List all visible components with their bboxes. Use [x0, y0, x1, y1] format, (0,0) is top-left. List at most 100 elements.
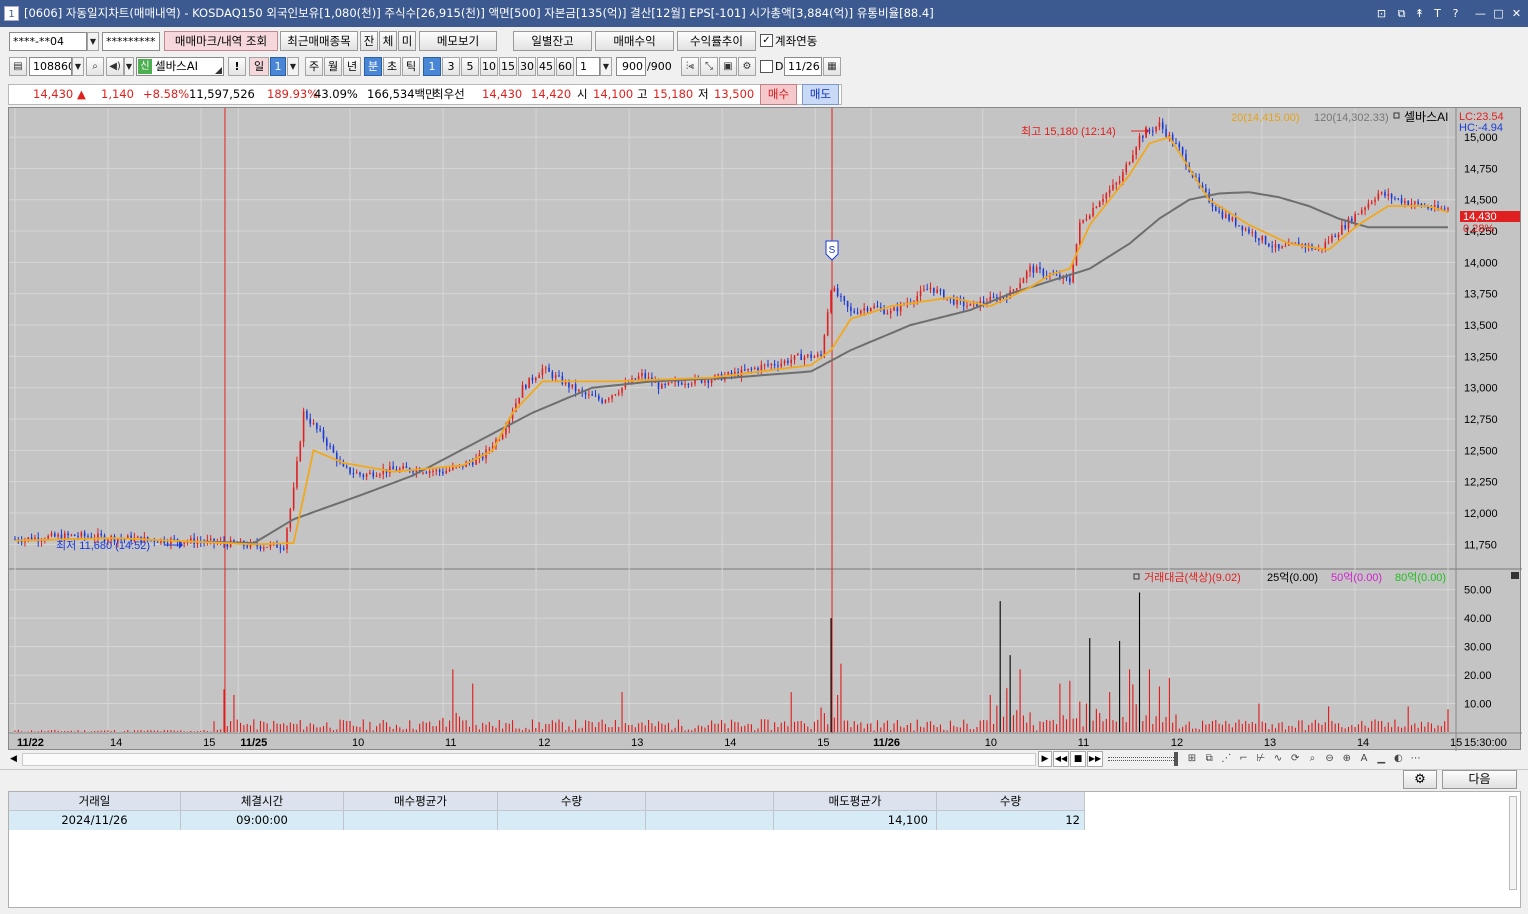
chart-tool-4-icon[interactable]: ⊬	[1253, 751, 1269, 767]
chart-tool-10-icon[interactable]: A	[1356, 751, 1372, 767]
col-header-sell-avg[interactable]: 매도평균가	[774, 792, 937, 811]
sell-button[interactable]: 매도	[802, 84, 839, 105]
unfilled-tab[interactable]: 미	[398, 31, 416, 51]
chart-tool-0-icon[interactable]: ⊞	[1184, 751, 1200, 767]
alert-button[interactable]: !	[228, 57, 246, 76]
zoom-slider-handle[interactable]	[1174, 752, 1178, 766]
chart-tool-3-icon[interactable]: ⌐	[1236, 751, 1252, 767]
account-dropdown-icon[interactable]: ▼	[87, 32, 99, 51]
daily-balance-button[interactable]: 일별잔고	[513, 31, 592, 51]
chart-tool-5-icon[interactable]: ∿	[1270, 751, 1286, 767]
window-number-badge[interactable]: 1	[4, 6, 19, 21]
col-header-trade-date[interactable]: 거래일	[9, 792, 181, 811]
period-num-select[interactable]: 1	[270, 57, 286, 76]
interval-30-button[interactable]: 30	[518, 57, 536, 76]
col-header-buy-qty[interactable]: 수량	[498, 792, 646, 811]
draw-tool-icon[interactable]: ⤡	[700, 57, 718, 76]
period-day-button[interactable]: 일	[249, 57, 269, 76]
next-button[interactable]: 다음	[1442, 770, 1517, 789]
profit-trend-button[interactable]: 수익률추이	[677, 31, 756, 51]
chart-tool-7-icon[interactable]: ⌕	[1304, 751, 1320, 767]
speaker-dropdown-icon[interactable]: ▼	[124, 57, 134, 76]
col-header-exec-time[interactable]: 체결시간	[181, 792, 344, 811]
stop-button[interactable]: ■	[1070, 751, 1086, 767]
pin-icon[interactable]: ↟	[1413, 7, 1426, 20]
minimize-button[interactable]: —	[1474, 7, 1487, 20]
account-link-checkbox[interactable]: ✓	[760, 34, 773, 47]
code-dropdown-icon[interactable]: ▼	[72, 57, 84, 76]
interval-15-button[interactable]: 15	[499, 57, 517, 76]
speaker-icon[interactable]: ◀)	[106, 57, 124, 76]
col-header-buy-avg[interactable]: 매수평균가	[344, 792, 498, 811]
period-dropdown-icon[interactable]: ▼	[287, 57, 299, 76]
rewind-button[interactable]: ◀◀	[1053, 751, 1069, 767]
period-year-button[interactable]: 년	[343, 57, 361, 76]
memo-button[interactable]: 메모보기	[419, 31, 497, 51]
interval-3-button[interactable]: 3	[442, 57, 460, 76]
filled-tab[interactable]: 체	[379, 31, 397, 51]
count-dropdown-icon[interactable]: ▼	[600, 57, 612, 76]
chart-tool-1-icon[interactable]: ⧉	[1201, 751, 1217, 767]
period-month-button[interactable]: 월	[324, 57, 342, 76]
search-icon[interactable]: ⌕	[86, 57, 104, 76]
count-select[interactable]: 1	[576, 57, 600, 76]
interval-45-button[interactable]: 45	[537, 57, 555, 76]
cell-sell-avg[interactable]: 14,100	[774, 811, 937, 830]
cell-buy-avg[interactable]	[344, 811, 498, 830]
calendar-icon[interactable]: ▦	[823, 57, 841, 76]
maximize-button[interactable]: □	[1492, 7, 1505, 20]
font-icon[interactable]: T	[1431, 7, 1444, 20]
recent-trades-button[interactable]: 최근매매종목	[280, 31, 358, 51]
zoom-slider[interactable]	[1108, 757, 1174, 761]
fast-forward-button[interactable]: ▶▶	[1087, 751, 1103, 767]
buy-button[interactable]: 매수	[760, 84, 797, 105]
balance-tab[interactable]: 잔	[360, 31, 378, 51]
trade-mark-lookup-button[interactable]: 매매마크/내역 조회	[164, 31, 278, 51]
chart-tool-13-icon[interactable]: ⋯	[1408, 751, 1424, 767]
trade-profit-button[interactable]: 매매수익	[595, 31, 674, 51]
chart-canvas[interactable]: 11,750 12,000 12,250 12,500 12,750 13,000 13,2…	[9, 108, 1522, 751]
settings-button[interactable]: ⚙	[1403, 770, 1437, 789]
chart-tool-12-icon[interactable]: ◐	[1390, 751, 1406, 767]
account-input[interactable]: ****-**04	[9, 32, 87, 51]
layout-icon[interactable]: ⊡	[1375, 7, 1388, 20]
interval-10-button[interactable]: 10	[480, 57, 498, 76]
cell-trade-date[interactable]: 2024/11/26	[9, 811, 181, 830]
chart-scrollbar[interactable]	[22, 753, 1036, 766]
stock-name-box[interactable]: 신 셀바스AI	[136, 57, 224, 76]
scroll-left-icon[interactable]: ◀	[10, 754, 17, 764]
col-header-sell-qty[interactable]: 수량	[937, 792, 1085, 811]
count-input[interactable]: 900	[616, 57, 646, 76]
close-button[interactable]: ✕	[1510, 7, 1523, 20]
chart-tool-8-icon[interactable]: ⊖	[1322, 751, 1338, 767]
chart-tool-6-icon[interactable]: ⟳	[1287, 751, 1303, 767]
gear-icon[interactable]: ⚙	[738, 57, 756, 76]
period-minute-button[interactable]: 분	[364, 57, 382, 76]
indicator-icon[interactable]: ⫶⫷	[681, 57, 699, 76]
interval-1-button[interactable]: 1	[423, 57, 441, 76]
duplicate-icon[interactable]: ⧉	[1395, 7, 1408, 20]
cell-exec-time[interactable]: 09:00:00	[181, 811, 344, 830]
date-input[interactable]: 11/26	[784, 57, 822, 76]
help-icon[interactable]: ?	[1449, 7, 1462, 20]
grid-scrollbar[interactable]	[1509, 796, 1517, 890]
interval-60-button[interactable]: 60	[556, 57, 574, 76]
period-second-button[interactable]: 초	[383, 57, 401, 76]
password-input[interactable]: *********	[102, 32, 160, 51]
date-checkbox[interactable]	[760, 60, 773, 73]
stock-code-input[interactable]: 108860	[29, 57, 72, 76]
period-week-button[interactable]: 주	[305, 57, 323, 76]
period-tick-button[interactable]: 틱	[402, 57, 420, 76]
chart-tool-11-icon[interactable]: ▁	[1373, 751, 1389, 767]
cell-buy-qty[interactable]	[498, 811, 646, 830]
cell-sell-qty[interactable]: 12	[937, 811, 1085, 830]
panel-icon[interactable]: ▤	[9, 57, 27, 76]
interval-5-button[interactable]: 5	[461, 57, 479, 76]
candle-body	[896, 307, 899, 312]
scroll-right-button[interactable]: ▶	[1038, 751, 1052, 767]
save-icon[interactable]: ▣	[719, 57, 737, 76]
chart-tool-9-icon[interactable]: ⊕	[1339, 751, 1355, 767]
stock-chart[interactable]: 11,750 12,000 12,250 12,500 12,750 13,000 13,2…	[8, 107, 1522, 751]
chart-tools: ⊞ ⧉ ⋰ ⌐ ⊬ ∿ ⟳ ⌕ ⊖ ⊕ A ▁ ◐ ⋯	[1184, 751, 1521, 768]
chart-tool-2-icon[interactable]: ⋰	[1218, 751, 1234, 767]
